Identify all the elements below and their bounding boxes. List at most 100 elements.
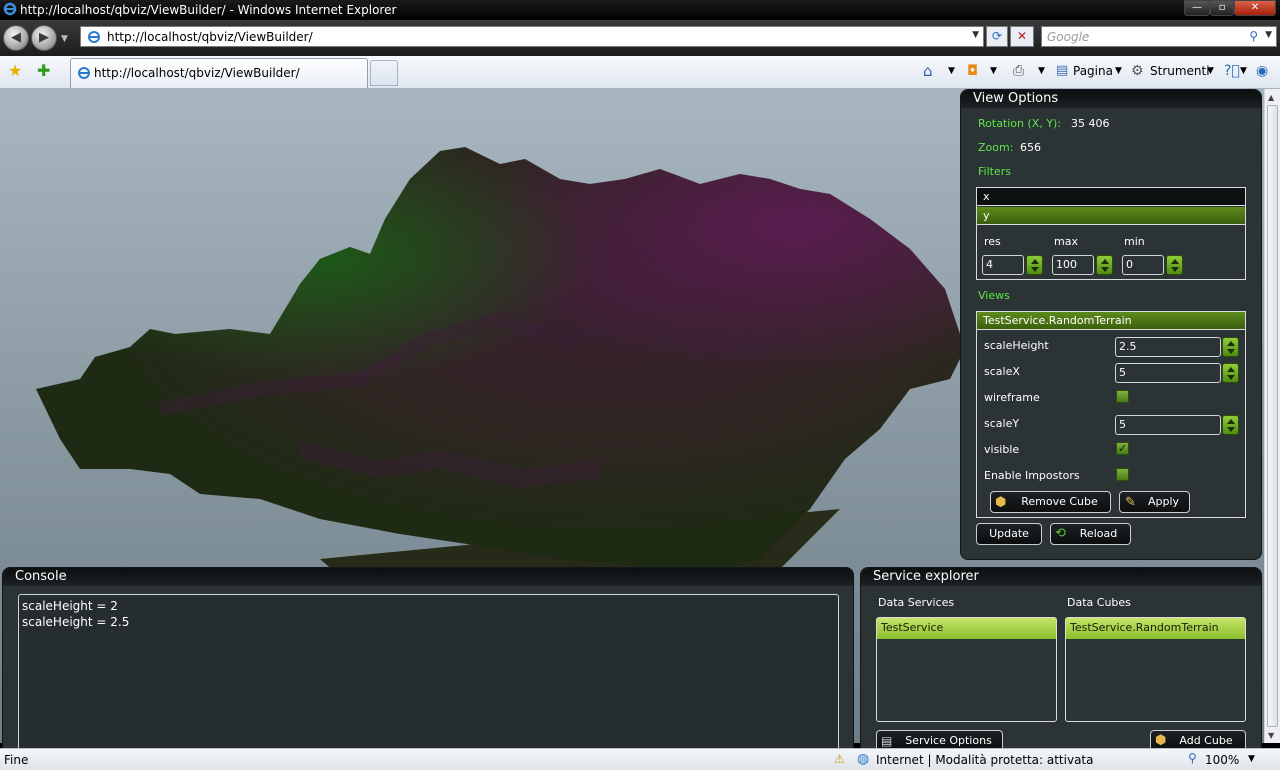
wireframe-checkbox[interactable] <box>1116 390 1129 403</box>
help-icon[interactable]: ?⃝ <box>1224 62 1240 80</box>
home-dropdown-icon[interactable]: ▼ <box>948 62 955 80</box>
ie-logo-icon <box>3 2 17 16</box>
tools-menu[interactable]: Strumenti <box>1150 62 1210 80</box>
scaley-spinner[interactable] <box>1222 415 1239 435</box>
min-spinner[interactable] <box>1166 255 1183 275</box>
zoom-value: 656 <box>1020 141 1041 154</box>
gear-icon: ⚙ <box>1131 63 1144 79</box>
filter-item-x[interactable]: x <box>977 188 1245 206</box>
zoom-label: Zoom: <box>978 141 1014 154</box>
tools-dropdown-icon[interactable]: ▼ <box>1207 62 1214 80</box>
scalex-input[interactable]: 5 <box>1115 363 1221 383</box>
scroll-up-icon[interactable]: ▲ <box>1268 93 1274 102</box>
res-input[interactable]: 4 <box>982 255 1024 275</box>
print-dropdown-icon[interactable]: ▼ <box>1038 62 1045 80</box>
service-explorer-panel: Service explorer Data Services Data Cube… <box>860 567 1262 757</box>
impostors-checkbox[interactable] <box>1116 468 1129 481</box>
help-dropdown-icon[interactable]: ▼ <box>1240 62 1247 80</box>
cube-icon: ⬢ <box>995 495 1007 510</box>
ie-page-icon <box>88 31 100 43</box>
search-icon[interactable]: ⚲ <box>1249 29 1258 43</box>
console-line: scaleHeight = 2 <box>22 599 118 613</box>
window-titlebar: http://localhost/qbviz/ViewBuilder/ - Wi… <box>0 0 1280 20</box>
add-favorites-icon[interactable]: ✚ <box>37 61 50 80</box>
data-services-list[interactable]: TestService <box>876 617 1057 722</box>
globe-icon: ◍ <box>857 751 870 767</box>
refresh-button[interactable]: ⟳ <box>986 26 1008 47</box>
search-dropdown-icon[interactable]: ▼ <box>1265 30 1272 40</box>
feed-dropdown-icon[interactable]: ▼ <box>990 62 997 80</box>
rss-feed-icon[interactable]: ◘ <box>967 62 978 80</box>
page-icon: ▤ <box>1056 63 1069 78</box>
protected-mode-icon[interactable]: ⚠ <box>834 752 845 766</box>
max-label: max <box>1054 235 1078 248</box>
page-dropdown-icon[interactable]: ▼ <box>1115 62 1122 80</box>
data-cubes-list[interactable]: TestService.RandomTerrain <box>1065 617 1246 722</box>
browser-tab[interactable]: http://localhost/qbviz/ViewBuilder/ <box>70 58 368 88</box>
views-box: TestService.RandomTerrain scaleHeight 2.… <box>976 311 1246 518</box>
wireframe-label: wireframe <box>984 391 1040 404</box>
search-input[interactable]: Google ⚲ ▼ <box>1041 26 1277 47</box>
update-button[interactable]: Update <box>976 523 1042 545</box>
zoom-level[interactable]: 100% <box>1205 753 1239 767</box>
remove-cube-button[interactable]: ⬢ Remove Cube <box>990 491 1111 513</box>
filters-box: x y res max min 4 100 0 <box>976 187 1246 280</box>
max-spinner[interactable] <box>1096 255 1113 275</box>
maximize-button[interactable]: ▫ <box>1210 0 1234 16</box>
zoom-dropdown-icon[interactable]: ▼ <box>1248 754 1255 764</box>
view-options-panel: View Options Rotation (X, Y): 35 406 Zoo… <box>960 89 1262 560</box>
filters-label: Filters <box>978 165 1011 178</box>
scalex-spinner[interactable] <box>1222 363 1239 383</box>
impostors-label: Enable Impostors <box>984 469 1080 482</box>
max-input[interactable]: 100 <box>1052 255 1094 275</box>
stop-button[interactable]: ✕ <box>1010 26 1034 47</box>
view-item[interactable]: TestService.RandomTerrain <box>977 312 1245 330</box>
data-services-label: Data Services <box>878 596 955 609</box>
data-cubes-label: Data Cubes <box>1067 596 1131 609</box>
zoom-icon: ⚲ <box>1188 751 1197 765</box>
scaleheight-spinner[interactable] <box>1222 337 1239 357</box>
research-icon[interactable]: ◉ <box>1256 62 1268 80</box>
rotation-label: Rotation (X, Y): <box>978 117 1062 130</box>
filter-item-y[interactable]: y <box>977 207 1245 225</box>
scaleheight-input[interactable]: 2.5 <box>1115 337 1221 357</box>
scroll-thumb[interactable] <box>1267 105 1278 727</box>
home-icon[interactable]: ⌂ <box>923 62 933 80</box>
add-cube-label: Add Cube <box>1179 734 1233 747</box>
min-label: min <box>1124 235 1145 248</box>
history-dropdown-icon[interactable]: ▼ <box>61 34 68 44</box>
address-text: http://localhost/qbviz/ViewBuilder/ <box>107 30 313 44</box>
res-label: res <box>984 235 1001 248</box>
vertical-scrollbar[interactable]: ▲ ▼ <box>1264 89 1280 743</box>
service-item[interactable]: TestService <box>877 618 1056 639</box>
console-panel: Console scaleHeight = 2 scaleHeight = 2.… <box>2 567 854 757</box>
rotation-value: 35 406 <box>1071 117 1110 130</box>
scroll-down-icon[interactable]: ▼ <box>1268 731 1274 740</box>
close-window-button[interactable]: ✕ <box>1234 0 1276 16</box>
page-menu[interactable]: Pagina <box>1073 62 1113 80</box>
console-output[interactable]: scaleHeight = 2 scaleHeight = 2.5 <box>18 594 839 754</box>
search-placeholder: Google <box>1047 30 1090 44</box>
favorites-star-icon[interactable]: ★ <box>8 61 22 80</box>
apply-button[interactable]: ✎ Apply <box>1119 491 1190 513</box>
console-title: Console <box>3 568 853 586</box>
pencil-icon: ✎ <box>1125 495 1136 510</box>
cube-item[interactable]: TestService.RandomTerrain <box>1066 618 1245 639</box>
back-button[interactable]: ◀ <box>3 25 29 51</box>
forward-button[interactable]: ▶ <box>31 25 57 51</box>
min-input[interactable]: 0 <box>1122 255 1164 275</box>
visible-checkbox[interactable]: ✓ <box>1116 442 1129 455</box>
print-icon[interactable]: ⎙ <box>1013 62 1024 80</box>
window-title: http://localhost/qbviz/ViewBuilder/ - Wi… <box>20 3 397 17</box>
service-options-label: Service Options <box>905 734 992 747</box>
new-tab-button[interactable] <box>370 60 398 86</box>
apply-label: Apply <box>1147 495 1180 508</box>
console-line: scaleHeight = 2.5 <box>22 615 130 629</box>
reload-button[interactable]: ⟲ Reload <box>1050 523 1131 545</box>
res-spinner[interactable] <box>1026 255 1043 275</box>
address-bar[interactable]: http://localhost/qbviz/ViewBuilder/ ▼ <box>80 26 984 47</box>
minimize-button[interactable]: — <box>1184 0 1210 16</box>
address-dropdown-icon[interactable]: ▼ <box>972 30 979 40</box>
scaley-input[interactable]: 5 <box>1115 415 1221 435</box>
zone-status[interactable]: Internet | Modalità protetta: attivata <box>876 753 1093 767</box>
